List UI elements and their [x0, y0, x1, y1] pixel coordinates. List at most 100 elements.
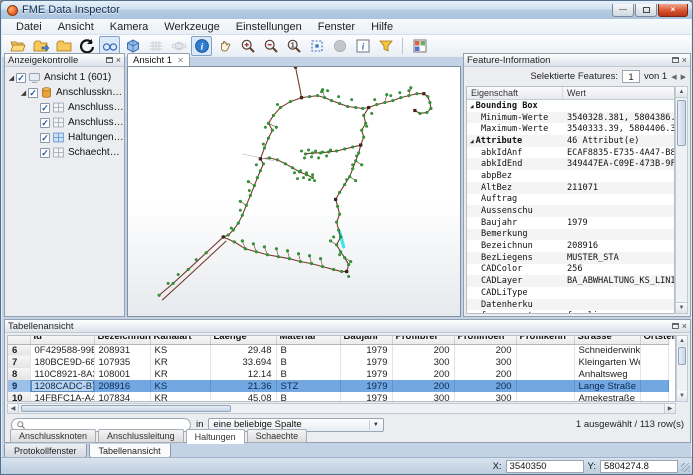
property-row-altbez[interactable]: AltBez211071 [467, 182, 674, 194]
property-row-baujahr[interactable]: Baujahr1979 [467, 217, 674, 229]
tab-schaechte[interactable]: Schaechte [247, 429, 308, 443]
cell-ortsteil[interactable] [640, 392, 668, 402]
cell-baujahr[interactable]: 1979 [340, 368, 392, 380]
tree-item-anschlussknot[interactable]: ✓Anschlussknot... [5, 100, 124, 115]
menu-fenster[interactable]: Fenster [310, 20, 363, 34]
property-row-auftrag[interactable]: Auftrag [467, 194, 674, 206]
cell-material[interactable]: B [276, 392, 340, 402]
property-row-abkidend[interactable]: abkIdEnd349447EA-C09E-473B-9F85-0... [467, 158, 674, 170]
table-row-8[interactable]: 8110C8921-8A3E...108001KR12.14B197920020… [8, 368, 668, 380]
cell-laenge[interactable]: 45.08 [210, 392, 276, 402]
cell-kanalart[interactable]: KR [150, 392, 210, 402]
visibility-checkbox[interactable]: ✓ [40, 118, 50, 128]
tab-anschlussknoten[interactable]: Anschlussknoten [10, 429, 96, 443]
visibility-checkbox[interactable]: ✓ [28, 88, 38, 98]
menu-datei[interactable]: Datei [8, 20, 50, 34]
cell-strasse[interactable]: Kleingarten Weg [574, 356, 640, 368]
cell-kanalart[interactable]: KS [150, 380, 210, 392]
cell-laenge[interactable]: 29.48 [210, 344, 276, 356]
map-canvas[interactable] [127, 66, 461, 317]
column-header-strasse[interactable]: Strasse [574, 335, 640, 344]
scroll-down-icon[interactable]: ▼ [677, 391, 687, 401]
close-panel-icon[interactable]: × [682, 57, 687, 64]
table-row-7[interactable]: 7180BCE9D-68A...107935KR33.694B197930030… [8, 356, 668, 368]
cell-baujahr[interactable]: 1979 [340, 380, 392, 392]
expander-icon[interactable]: ◢ [470, 103, 474, 110]
cell-id[interactable]: 180BCE9D-68A... [30, 356, 94, 368]
column-header-profilbrei[interactable]: Profilbrei [392, 335, 454, 344]
cell-strasse[interactable]: Schneiderwinkel [574, 344, 640, 356]
cell-id[interactable]: 110C8921-8A3E... [30, 368, 94, 380]
menu-kamera[interactable]: Kamera [102, 20, 157, 34]
column-header-material[interactable]: Material [276, 335, 340, 344]
visibility-checkbox[interactable]: ✓ [16, 73, 26, 83]
tab-anschlussleitung[interactable]: Anschlussleitung [98, 429, 184, 443]
cell-kanalart[interactable]: KR [150, 356, 210, 368]
cell-material[interactable]: B [276, 368, 340, 380]
property-row-fme-geometry[interactable]: fme_geometryfme_line [467, 310, 674, 314]
cell-profilhoeh[interactable]: 200 [454, 380, 516, 392]
window-tab-protokollfenster[interactable]: Protokollfenster [4, 444, 87, 458]
expander-icon[interactable]: ◢ [19, 89, 28, 97]
property-row-cadlayer[interactable]: CADLayerBA_ABWHALTUNG_KS_LINIE [467, 275, 674, 287]
cell-material[interactable]: STZ [276, 380, 340, 392]
next-feature-button[interactable]: ▶ [681, 73, 686, 81]
tree-item-schaechte-189[interactable]: ✓Schaechte (189) [5, 145, 124, 160]
table-vertical-scrollbar[interactable]: ▲ ▼ [676, 335, 688, 402]
menu-einstellungen[interactable]: Einstellungen [228, 20, 310, 34]
row-number[interactable]: 8 [8, 368, 30, 380]
row-number[interactable]: 6 [8, 344, 30, 356]
property-row-minimum-werte[interactable]: Minimum-Werte3540328.381, 5804386.635 [467, 112, 674, 124]
cell-baujahr[interactable]: 1979 [340, 344, 392, 356]
table-horizontal-scrollbar[interactable]: ◀ ▶ [7, 403, 676, 414]
cell-profilbrei[interactable]: 300 [392, 356, 454, 368]
cell-profilbrei[interactable]: 200 [392, 368, 454, 380]
cell-ortsteil[interactable] [640, 356, 668, 368]
cell-profilhoeh[interactable]: 200 [454, 368, 516, 380]
cell-bezeichnun[interactable]: 208916 [94, 380, 150, 392]
float-panel-icon[interactable] [672, 57, 679, 63]
property-row-cadlitype[interactable]: CADLiType [467, 287, 674, 299]
tab-ansicht-1[interactable]: Ansicht 1 ✕ [127, 53, 190, 66]
scroll-left-icon[interactable]: ◀ [8, 404, 19, 413]
property-row-abpbez[interactable]: abpBez [467, 170, 674, 182]
cell-ortsteil[interactable] [640, 380, 668, 392]
column-header-ortsteil[interactable]: Ortsteil [640, 335, 668, 344]
cell-profilhoeh[interactable]: 200 [454, 344, 516, 356]
property-row-bezliegens[interactable]: BezLiegensMUSTER_STA [467, 252, 674, 264]
maximize-button[interactable] [635, 4, 657, 17]
cell-profilkenn[interactable] [516, 344, 574, 356]
close-panel-icon[interactable]: × [682, 323, 687, 330]
resize-grip[interactable] [681, 463, 690, 472]
property-row-cadcolor[interactable]: CADColor256 [467, 264, 674, 276]
tree-item-ansicht-1-601[interactable]: ◢✓Ansicht 1 (601) [5, 70, 124, 85]
column-header-baujahr[interactable]: Baujahr [340, 335, 392, 344]
cell-id[interactable]: 0F429588-99B1-... [30, 344, 94, 356]
data-table-viewport[interactable]: IdBezeichnunKanalartLaengeMaterialBaujah… [7, 335, 676, 402]
cell-profilhoeh[interactable]: 300 [454, 356, 516, 368]
expander-icon[interactable]: ◢ [470, 138, 474, 145]
selected-feature-index-input[interactable]: 1 [622, 70, 640, 83]
column-header-kanalart[interactable]: Kanalart [150, 335, 210, 344]
row-number[interactable]: 7 [8, 356, 30, 368]
cell-bezeichnun[interactable]: 208931 [94, 344, 150, 356]
cell-ortsteil[interactable] [640, 344, 668, 356]
previous-feature-button[interactable]: ◀ [671, 73, 676, 81]
cell-laenge[interactable]: 12.14 [210, 368, 276, 380]
float-panel-icon[interactable] [106, 57, 113, 63]
cell-material[interactable]: B [276, 356, 340, 368]
cell-strasse[interactable]: Lange Straße [574, 380, 640, 392]
row-number[interactable]: 10 [8, 392, 30, 402]
property-row-maximum-werte[interactable]: Maximum-Werte3540333.39, 5804406.362 [467, 123, 674, 135]
close-panel-icon[interactable]: × [116, 57, 121, 64]
cell-baujahr[interactable]: 1979 [340, 356, 392, 368]
scrollbar-thumb[interactable] [21, 405, 231, 412]
scroll-down-icon[interactable]: ▼ [676, 302, 687, 313]
tree-item-haltungen-113[interactable]: ✓Haltungen (113) [5, 130, 124, 145]
property-row-bemerkung[interactable]: Bemerkung [467, 229, 674, 241]
tab-haltungen[interactable]: Haltungen [186, 429, 245, 444]
cell-profilkenn[interactable] [516, 392, 574, 402]
menu-ansicht[interactable]: Ansicht [50, 20, 102, 34]
feature-info-scrollbar[interactable]: ▲ ▼ [675, 86, 688, 314]
close-button[interactable]: × [658, 4, 688, 17]
